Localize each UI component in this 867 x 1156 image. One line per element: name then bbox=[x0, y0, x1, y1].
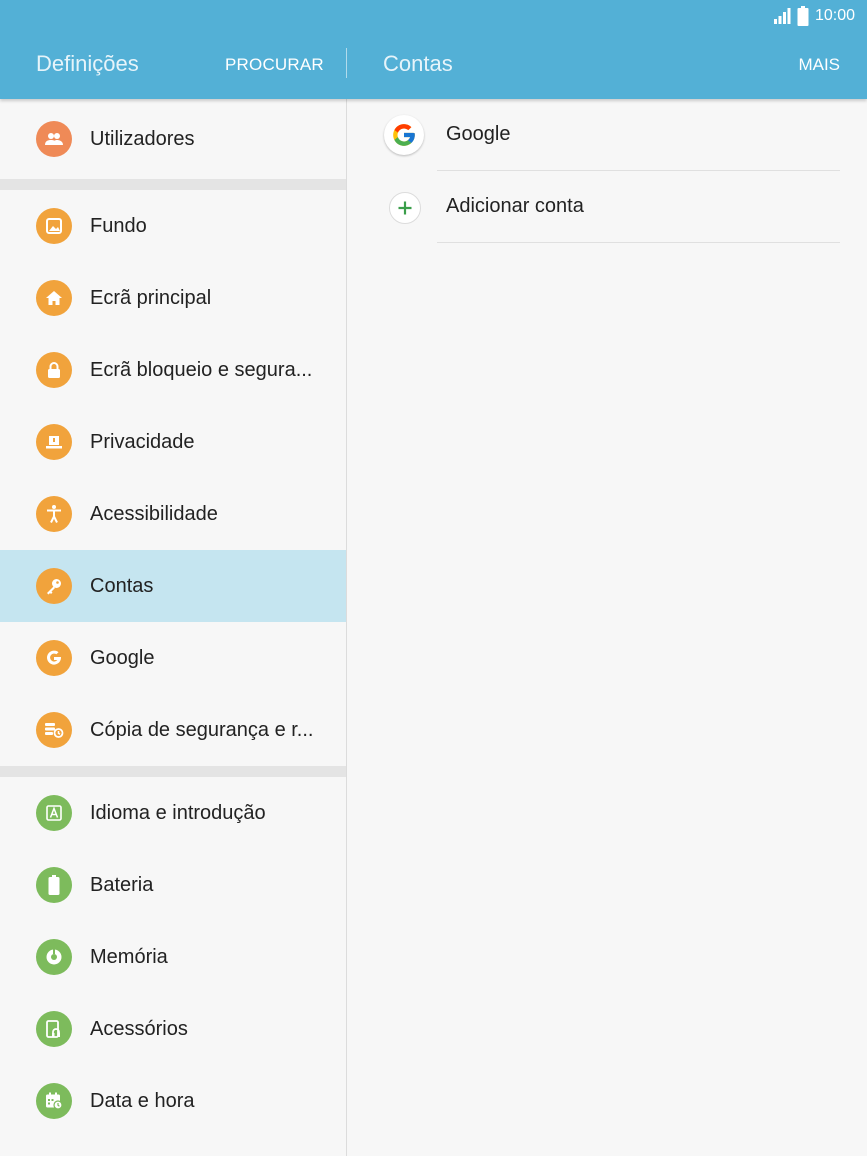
search-button[interactable]: PROCURAR bbox=[225, 55, 324, 75]
battery-icon bbox=[36, 867, 72, 903]
sidebar-item-wallpaper[interactable]: Fundo bbox=[0, 190, 346, 262]
settings-sidebar: Utilizadores Fundo Ecrã principal Ecrã b… bbox=[0, 99, 346, 1156]
backup-icon bbox=[36, 712, 72, 748]
sidebar-item-lock-screen[interactable]: Ecrã bloqueio e segura... bbox=[0, 334, 346, 406]
key-icon bbox=[36, 568, 72, 604]
sidebar-item-memory[interactable]: Memória bbox=[0, 921, 346, 993]
sidebar-item-date-time[interactable]: Data e hora bbox=[0, 1065, 346, 1137]
google-logo-icon bbox=[384, 115, 424, 155]
clock: 10:00 bbox=[814, 7, 855, 24]
lock-icon bbox=[36, 352, 72, 388]
users-icon bbox=[36, 121, 72, 157]
battery-status-icon bbox=[797, 6, 809, 26]
sidebar-item-google[interactable]: Google bbox=[0, 622, 346, 694]
account-label: Adicionar conta bbox=[446, 195, 584, 217]
sidebar-item-accessories[interactable]: Acessórios bbox=[0, 993, 346, 1065]
header-divider bbox=[346, 48, 347, 78]
sidebar-item-label: Cópia de segurança e r... bbox=[90, 718, 314, 741]
memory-icon bbox=[36, 939, 72, 975]
sidebar-item-label: Idioma e introdução bbox=[90, 801, 266, 824]
sidebar-item-label: Ecrã bloqueio e segura... bbox=[90, 358, 313, 381]
sidebar-item-home-screen[interactable]: Ecrã principal bbox=[0, 262, 346, 334]
sidebar-item-label: Bateria bbox=[90, 873, 154, 896]
accessories-icon bbox=[36, 1011, 72, 1047]
home-icon bbox=[36, 280, 72, 316]
sidebar-item-label: Contas bbox=[90, 574, 154, 597]
status-bar: 10:00 bbox=[773, 5, 855, 27]
accounts-pane: Google Adicionar conta bbox=[347, 99, 867, 1156]
section-divider bbox=[0, 179, 346, 190]
language-icon bbox=[36, 795, 72, 831]
sidebar-item-backup[interactable]: Cópia de segurança e r... bbox=[0, 694, 346, 766]
sidebar-item-label: Ecrã principal bbox=[90, 286, 212, 309]
accessibility-icon bbox=[36, 496, 72, 532]
account-google[interactable]: Google bbox=[347, 99, 867, 171]
sidebar-item-label: Utilizadores bbox=[90, 127, 195, 150]
add-account-button[interactable]: Adicionar conta bbox=[347, 171, 867, 243]
section-divider bbox=[0, 766, 346, 777]
top-app-bar: 10:00 Definições PROCURAR Contas MAIS bbox=[0, 0, 867, 99]
account-label: Google bbox=[446, 123, 511, 145]
sidebar-item-accessibility[interactable]: Acessibilidade bbox=[0, 478, 346, 550]
sidebar-item-users[interactable]: Utilizadores bbox=[0, 99, 346, 179]
sidebar-item-language[interactable]: Idioma e introdução bbox=[0, 777, 346, 849]
signal-icon bbox=[773, 8, 791, 24]
sidebar-item-label: Fundo bbox=[90, 214, 147, 237]
wallpaper-icon bbox=[36, 208, 72, 244]
settings-title: Definições bbox=[36, 51, 139, 76]
sidebar-item-label: Memória bbox=[90, 945, 168, 968]
sidebar-item-label: Acessibilidade bbox=[90, 502, 218, 525]
row-divider bbox=[437, 242, 840, 243]
sidebar-item-accounts[interactable]: Contas bbox=[0, 550, 346, 622]
page-title: Contas bbox=[383, 51, 453, 76]
add-icon bbox=[389, 192, 421, 224]
calendar-icon bbox=[36, 1083, 72, 1119]
sidebar-item-label: Data e hora bbox=[90, 1089, 195, 1112]
sidebar-item-label: Acessórios bbox=[90, 1017, 188, 1040]
sidebar-item-label: Google bbox=[90, 646, 155, 669]
sidebar-item-battery[interactable]: Bateria bbox=[0, 849, 346, 921]
sidebar-item-privacy[interactable]: Privacidade bbox=[0, 406, 346, 478]
sidebar-item-label: Privacidade bbox=[90, 430, 195, 453]
google-icon bbox=[36, 640, 72, 676]
privacy-icon bbox=[36, 424, 72, 460]
more-button[interactable]: MAIS bbox=[798, 55, 840, 75]
